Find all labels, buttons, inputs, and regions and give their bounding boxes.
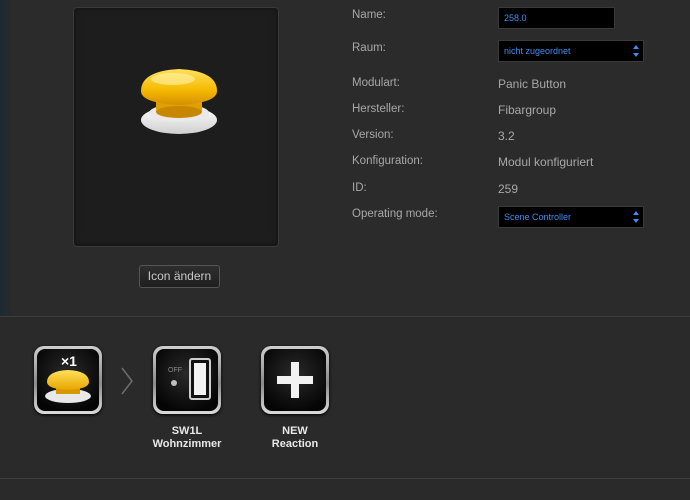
- operating-mode-select[interactable]: Scene Controller: [498, 206, 644, 228]
- room-label: Raum:: [352, 42, 386, 54]
- manufacturer-label: Hersteller:: [352, 103, 405, 115]
- left-edge-shadow: [0, 0, 12, 330]
- action-tile-switch[interactable]: OFF: [153, 346, 221, 414]
- change-icon-button[interactable]: Icon ändern: [139, 265, 220, 288]
- module-type-label: Modulart:: [352, 77, 400, 89]
- new-reaction-caption: NEW Reaction: [250, 425, 340, 451]
- module-type-value: Panic Button: [498, 77, 567, 91]
- trigger-tile[interactable]: ×1: [34, 346, 102, 414]
- new-reaction-line1: NEW: [282, 425, 308, 437]
- new-reaction-line2: Reaction: [271, 438, 319, 450]
- press-count-badge: ×1: [61, 353, 77, 369]
- select-arrows-icon: [633, 211, 639, 223]
- section-divider: [0, 478, 690, 479]
- version-value: 3.2: [498, 129, 515, 143]
- action-name: SW1L: [171, 425, 203, 437]
- action-caption-switch: SW1L Wohnzimmer: [142, 425, 232, 451]
- operating-mode-value: Scene Controller: [504, 212, 572, 222]
- select-arrows-icon: [633, 45, 639, 57]
- scene-section: [0, 317, 690, 500]
- new-reaction-tile[interactable]: [261, 346, 329, 414]
- id-value: 259: [498, 182, 519, 196]
- configuration-value: Modul konfiguriert: [498, 155, 594, 169]
- device-icon-preview: [73, 7, 279, 247]
- action-room: Wohnzimmer: [152, 438, 222, 450]
- chevron-right-icon: [121, 367, 133, 395]
- room-select[interactable]: nicht zugeordnet: [498, 40, 644, 62]
- switch-state-label: OFF: [168, 367, 182, 374]
- operating-mode-label: Operating mode:: [352, 208, 438, 220]
- manufacturer-value: Fibargroup: [498, 103, 557, 117]
- version-label: Version:: [352, 129, 394, 141]
- configuration-label: Konfiguration:: [352, 155, 423, 167]
- plus-icon: [277, 362, 313, 398]
- name-field[interactable]: 258.0: [498, 7, 615, 29]
- wall-switch-icon: [171, 358, 211, 400]
- name-label: Name:: [352, 9, 386, 21]
- id-label: ID:: [352, 182, 367, 194]
- panic-button-icon: [141, 69, 217, 134]
- room-select-value: nicht zugeordnet: [504, 46, 571, 56]
